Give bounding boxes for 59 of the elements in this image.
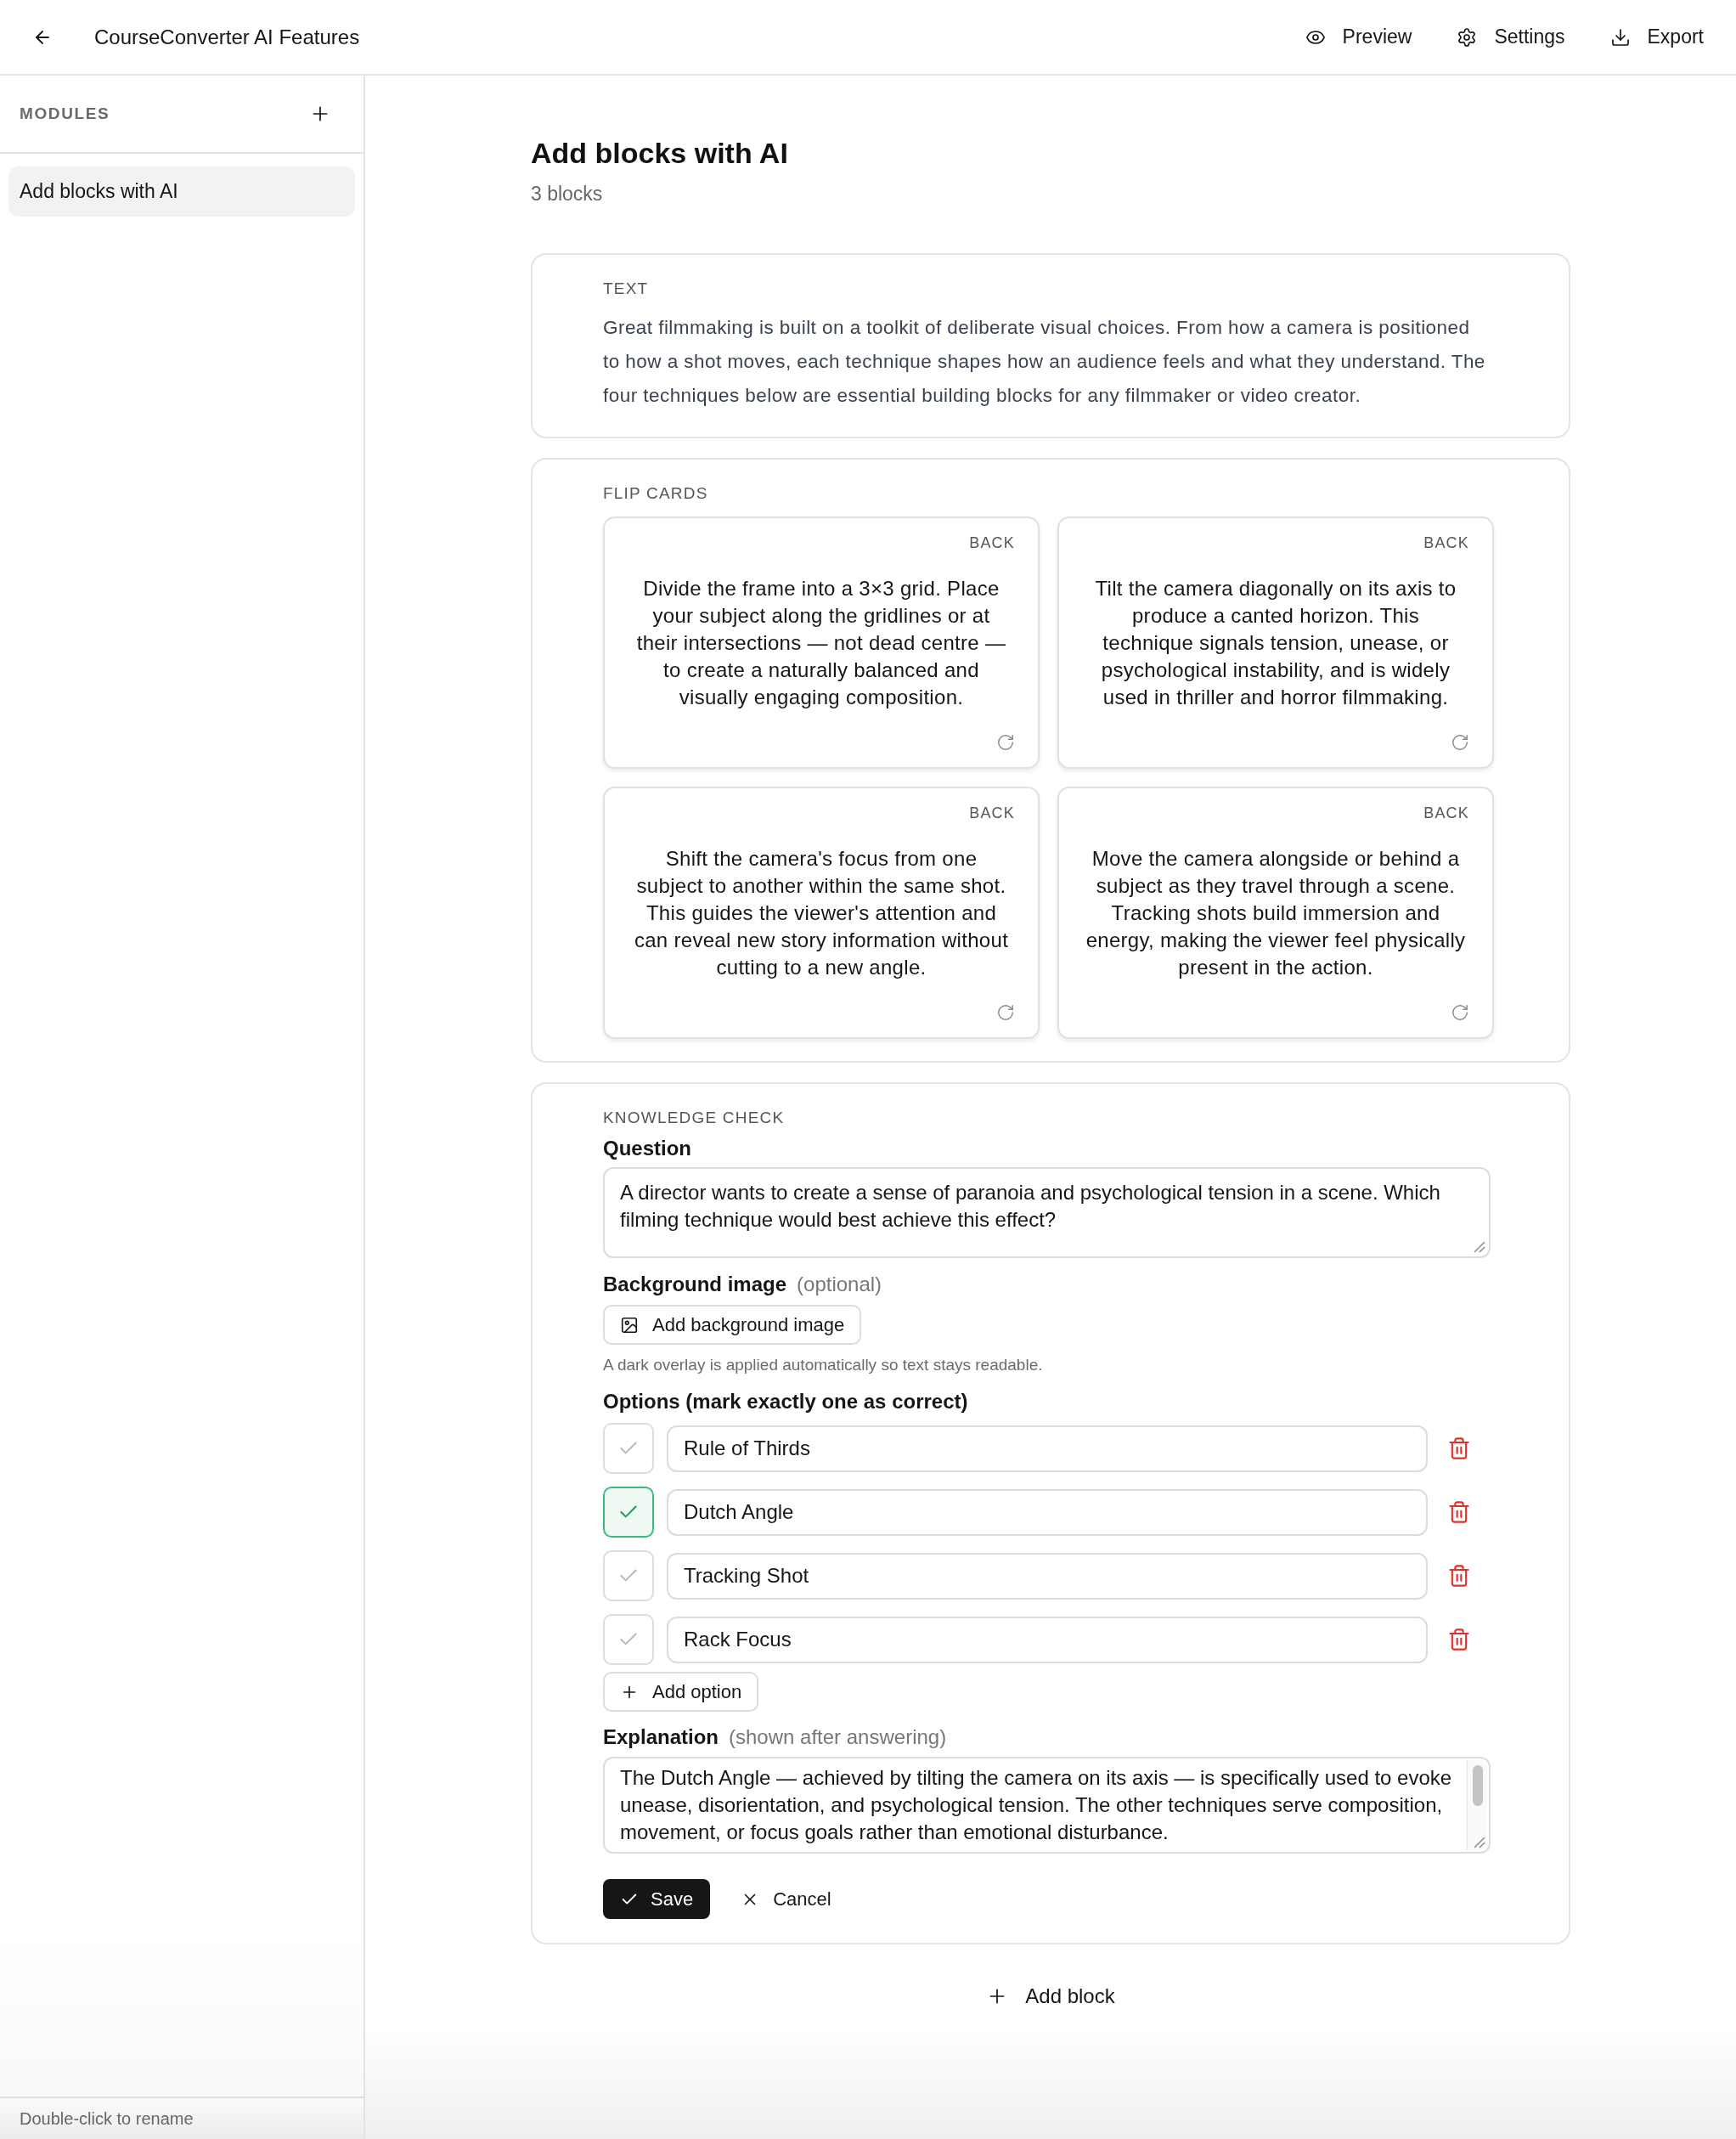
question-field[interactable]: A director wants to create a sense of paranoia and psychological tension in a scene. Which filming technique would best achieve this effect? bbox=[603, 1167, 1491, 1258]
rotate-icon[interactable] bbox=[996, 1003, 1015, 1022]
page-title: Add blocks with AI bbox=[531, 136, 789, 170]
sidebar-footer-hint: Double-click to rename bbox=[20, 2108, 194, 2129]
card-side-label: BACK bbox=[1423, 804, 1469, 821]
flip-card[interactable]: BACK Tilt the camera diagonally on its axis to produce a canted horizon. This technique signals tension, unease, or psychological instability, and is widely used in thriller and horror filmmaking. bbox=[1057, 516, 1494, 769]
add-block-button[interactable]: Add block bbox=[978, 1976, 1124, 2017]
flip-card[interactable]: BACK Move the camera alongside or behind a subject as they travel through a scene. Tracking shots build immersion and energy, making the viewer feel physically present in the action. bbox=[1057, 787, 1494, 1039]
flip-card[interactable]: BACK Shift the camera's focus from one subject to another within the same shot. This guides the viewer's attention and can reveal new story information without cutting to a new angle. bbox=[603, 787, 1040, 1039]
scrollbar-thumb[interactable] bbox=[1473, 1765, 1483, 1806]
app-title: CourseConverter AI Features bbox=[94, 25, 360, 49]
download-icon bbox=[1609, 26, 1631, 48]
option-field[interactable]: Tracking Shot bbox=[667, 1552, 1428, 1600]
trash-icon[interactable] bbox=[1447, 1436, 1471, 1460]
field-label: Background image bbox=[603, 1272, 787, 1297]
settings-icon bbox=[1457, 26, 1478, 48]
card-text: Shift the camera's focus from one subject to another within the same shot. This guides the viewer's attention and can reveal new story information without cutting to a new angle. bbox=[633, 846, 1010, 980]
save-button[interactable]: Save bbox=[603, 1879, 711, 1919]
block-type-label: TEXT bbox=[603, 280, 650, 297]
field-note: (shown after answering) bbox=[729, 1724, 947, 1750]
trash-icon[interactable] bbox=[1447, 1628, 1471, 1651]
hint-text: A dark overlay is applied automatically so text stays readable. bbox=[603, 1355, 1044, 1375]
field-label: Options (mark exactly one as correct) bbox=[603, 1389, 968, 1414]
rotate-icon[interactable] bbox=[1451, 733, 1469, 752]
card-side-label: BACK bbox=[969, 804, 1015, 821]
card-text: Divide the frame into a 3×3 grid. Place your subject along the gridlines or at their intersections — not dead centre — to create a naturally balanced and visually engaging composition. bbox=[635, 576, 1007, 710]
resize-grip-icon[interactable] bbox=[1474, 1837, 1485, 1848]
resize-grip-icon[interactable] bbox=[1474, 1241, 1485, 1253]
card-side-label: BACK bbox=[969, 534, 1015, 551]
rotate-icon[interactable] bbox=[996, 733, 1015, 752]
block-count: 3 blocks bbox=[531, 182, 604, 206]
block-type-label: FLIP CARDS bbox=[603, 485, 709, 502]
add-background-image-button[interactable]: Add background image bbox=[603, 1305, 862, 1345]
option-field[interactable]: Rack Focus bbox=[667, 1616, 1428, 1663]
card-text: Tilt the camera diagonally on its axis to produce a canted horizon. This technique signals tension, unease, or psychological instability, and is widely used in thriller and horror filmmaking. bbox=[1094, 576, 1457, 710]
sidebar-heading: MODULES bbox=[20, 104, 110, 123]
preview-button[interactable]: Preview bbox=[1305, 25, 1412, 48]
option-field[interactable]: Rule of Thirds bbox=[667, 1425, 1428, 1472]
field-label: Explanation bbox=[603, 1724, 719, 1750]
rotate-icon[interactable] bbox=[1451, 1003, 1469, 1022]
field-note: (optional) bbox=[797, 1272, 882, 1297]
trash-icon[interactable] bbox=[1447, 1564, 1471, 1588]
sidebar-item[interactable]: Add blocks with AI bbox=[8, 166, 355, 217]
correct-checkbox[interactable] bbox=[603, 1487, 654, 1538]
field-label: Question bbox=[603, 1136, 691, 1161]
trash-icon[interactable] bbox=[1447, 1500, 1471, 1524]
block-type-label: KNOWLEDGE CHECK bbox=[603, 1109, 786, 1126]
export-button[interactable]: Export bbox=[1609, 25, 1704, 48]
image-icon bbox=[620, 1315, 639, 1335]
scrollbar[interactable] bbox=[1467, 1760, 1487, 1850]
card-side-label: BACK bbox=[1423, 534, 1469, 551]
settings-button[interactable]: Settings bbox=[1457, 25, 1565, 48]
card-text: Move the camera alongside or behind a subject as they travel through a scene. Tracking shots build immersion and energy, making the viewer feel physically present in the action. bbox=[1085, 846, 1467, 980]
option-field[interactable]: Dutch Angle bbox=[667, 1488, 1428, 1536]
block-paragraph: Great filmmaking is built on a toolkit of deliberate visual choices. From how a camera is positioned to how a shot moves, each technique shapes how an audience feels and what they understand. The four techniques below are essential building blocks for any filmmaker or video creator. bbox=[603, 316, 1486, 408]
cancel-button[interactable]: Cancel bbox=[730, 1879, 842, 1919]
explanation-field[interactable]: The Dutch Angle — achieved by tilting the camera on its axis — is specifically used to evoke unease, disorientation, and psychological tension. The other techniques serve composition, movement, or focus goals rather than emotional disturbance. bbox=[603, 1757, 1491, 1854]
add-option-button[interactable]: Add option bbox=[603, 1672, 759, 1712]
flip-card[interactable]: BACK Divide the frame into a 3×3 grid. Place your subject along the gridlines or at their intersections — not dead centre — to create a naturally balanced and visually engaging composition. bbox=[603, 516, 1040, 769]
